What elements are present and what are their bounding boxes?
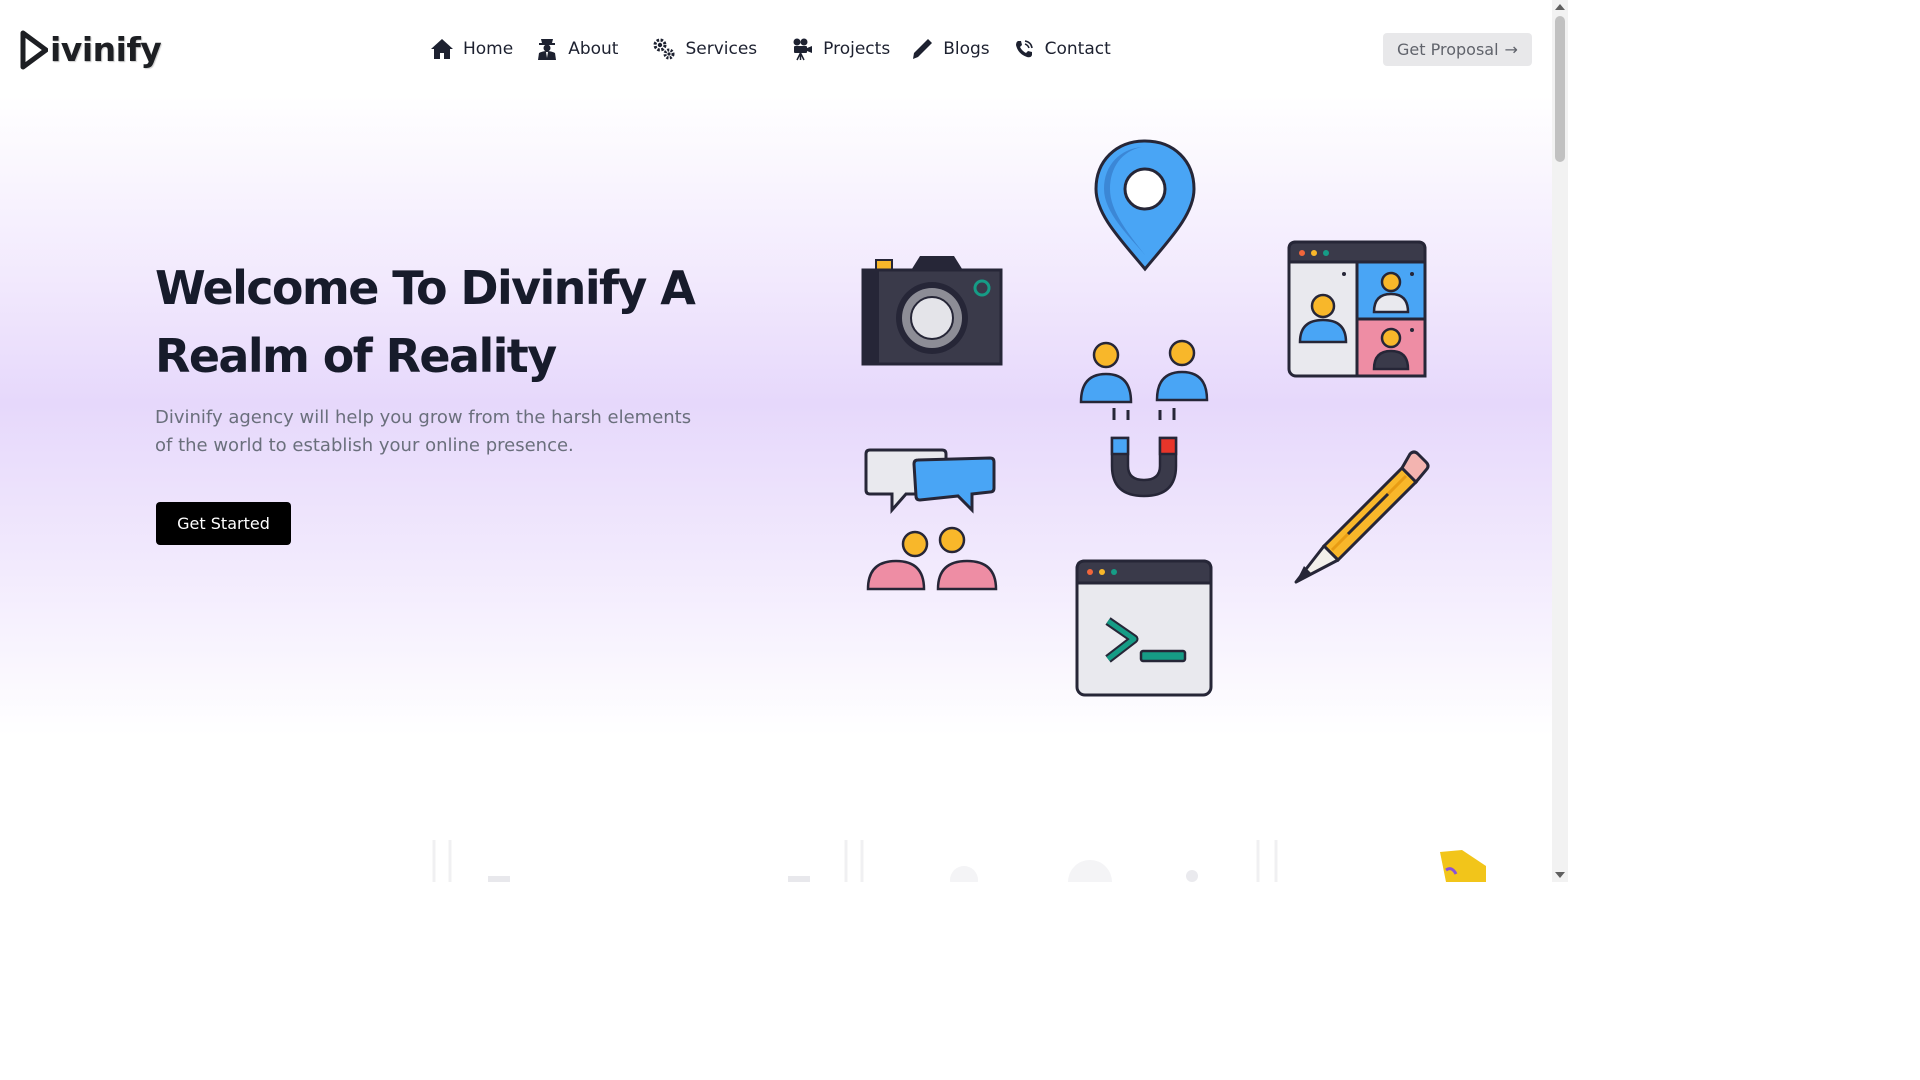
terminal-icon: [1075, 559, 1213, 697]
camera-icon: [861, 256, 1003, 366]
get-started-button[interactable]: Get Started: [156, 502, 291, 545]
nav-item-contact[interactable]: Contact: [1012, 31, 1111, 67]
nav-label-about: About: [568, 39, 619, 59]
page: ivinify Home About Services Projects Blo…: [0, 0, 1552, 882]
vertical-scrollbar[interactable]: [1552, 0, 1568, 882]
get-proposal-label: Get Proposal: [1397, 40, 1499, 59]
hero-title-line-1: Welcome To Divinify A: [155, 261, 696, 315]
next-section-preview: [432, 840, 1486, 882]
site-header: ivinify Home About Services Projects Blo…: [0, 0, 1552, 96]
chat-users-icon: [864, 448, 998, 591]
nav-item-about[interactable]: About: [535, 31, 618, 67]
scroll-down-arrow-icon[interactable]: [1552, 868, 1568, 882]
pen-icon: [910, 37, 934, 61]
nav-item-blogs[interactable]: Blogs: [910, 31, 990, 67]
logo[interactable]: ivinify: [20, 28, 162, 72]
phone-icon: [1012, 37, 1036, 61]
nav-label-home: Home: [463, 39, 514, 59]
nav-item-services[interactable]: Services: [652, 31, 757, 67]
nav-label-contact: Contact: [1044, 39, 1111, 59]
get-proposal-button[interactable]: Get Proposal →: [1383, 33, 1532, 66]
pencil-icon: [1294, 450, 1430, 584]
customer-magnet-icon: [1079, 339, 1209, 498]
scrollbar-thumb[interactable]: [1555, 16, 1565, 162]
hero-subtitle: Divinify agency will help you grow from …: [155, 407, 692, 456]
home-icon: [430, 37, 454, 61]
hero-title: Welcome To Divinify A Realm of Reality: [155, 254, 715, 390]
gears-icon: [652, 37, 676, 61]
nav-item-home[interactable]: Home: [430, 31, 513, 67]
scroll-up-arrow-icon[interactable]: [1552, 0, 1568, 14]
agent-icon: [535, 37, 559, 61]
location-pin-icon: [1094, 139, 1196, 272]
nav-label-blogs: Blogs: [943, 39, 990, 59]
main-nav: Home About Services Projects Blogs Conta…: [430, 31, 1111, 67]
hero-title-line-2: Realm of Reality: [155, 329, 557, 383]
nav-label-services: Services: [685, 39, 758, 59]
nav-item-projects[interactable]: Projects: [790, 31, 890, 67]
nav-label-projects: Projects: [823, 39, 891, 59]
logo-play-icon: [20, 30, 48, 70]
video-camera-icon: [790, 37, 814, 61]
video-call-icon: [1287, 240, 1427, 378]
logo-text: ivinify: [50, 30, 162, 69]
arrow-right-icon: →: [1504, 40, 1518, 59]
